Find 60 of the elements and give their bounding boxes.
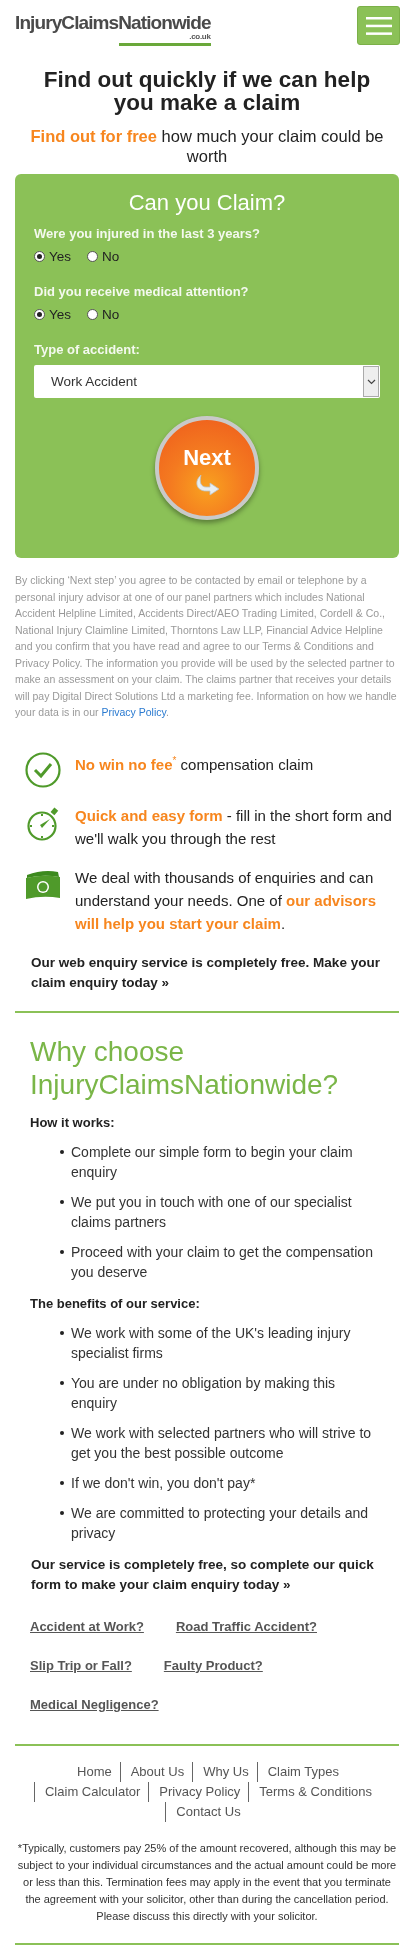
section-title: Why choose InjuryClaimsNationwide? <box>30 1034 340 1101</box>
money-icon <box>25 868 61 901</box>
logo-domain: .co.uk <box>119 33 211 46</box>
footer-link[interactable]: Privacy Policy <box>148 1781 249 1802</box>
list-item: We work with some of the UK's leading injury specialist firms <box>71 1323 352 1363</box>
question-label: Did you receive medical attention? <box>34 284 250 299</box>
bullet-icon <box>60 1199 64 1204</box>
section-heading: How it works: <box>30 1114 116 1130</box>
claim-type-link[interactable]: Medical Negligence? <box>30 1696 159 1712</box>
list-item: We are committed to protecting your details and privacy <box>71 1503 369 1543</box>
list-item: Complete our simple form to begin your claim enquiry <box>71 1142 354 1182</box>
subheadline: Find out for free how much your claim could be worth <box>29 126 385 166</box>
footer-link[interactable]: Claim Calculator <box>34 1781 149 1802</box>
section-heading: The benefits of our service: <box>30 1295 201 1311</box>
footer-link[interactable]: About Us <box>119 1761 193 1782</box>
menu-icon <box>365 15 392 36</box>
bullet-icon <box>60 1380 64 1385</box>
list-item: We put you in touch with one of our specialist claims partners <box>71 1192 353 1232</box>
list-item: You are under no obligation by making this enquiry <box>71 1373 337 1413</box>
privacy-policy-link[interactable]: Privacy Policy <box>101 706 166 718</box>
claim-type-link[interactable]: Road Traffic Accident? <box>175 1618 317 1634</box>
bullet-icon <box>60 1480 64 1485</box>
radio-option[interactable]: Yes <box>34 307 72 322</box>
accident-type-select[interactable]: Work Accident <box>34 365 380 398</box>
disclaimer-text: By clicking ‘Next step’ you agree to be contacted by email or telephone by a personal injury advisor at one of our panel partners which includes National Accident Helpline Limited, Accidents Direct/AEO Trading Limited, Cordell & Co., National Injury Claimline Limited, Thorntons Law LLP, Financial Advice Helpline and you confirm that you have read and agree to our Terms & Conditions and Privacy Policy. The information you provide will be used by the selected partner to make an assessment on your claim. The claims partner that receives your details will pay Digital Direct Solutions Ltd a marketing fee. Information on how we handle your data is in our Privacy Policy. <box>15 573 398 720</box>
bullet-icon <box>60 1330 64 1335</box>
headline: Find out quickly if we can help you make a claim <box>42 68 372 114</box>
list-item: Proceed with your claim to get the compensation you deserve <box>71 1242 374 1282</box>
footer-link[interactable]: Home <box>67 1761 120 1782</box>
footer-link[interactable]: Terms & Conditions <box>248 1781 380 1802</box>
bullet-icon <box>60 1430 64 1435</box>
caret-icon <box>363 366 379 397</box>
footer-link[interactable]: Why Us <box>192 1761 257 1782</box>
form-title: Can you Claim? <box>127 190 287 216</box>
feature-text: No win no fee$^{*}$ compensation claim <box>75 753 314 775</box>
question-label: Were you injured in the last 3 years? <box>34 226 261 241</box>
list-item: We work with selected partners who will strive to get you the best possible outcome <box>71 1423 373 1463</box>
logo-text: InjuryClaimsNationwide <box>15 13 211 33</box>
radio-option[interactable]: Yes <box>34 249 72 264</box>
footnote: *Typically, customers pay 25% of the amount recovered, although this may be subject to your individual circumstances and the actual amount could be more or less than this. Termination fees may apply in the event that you terminate the agreement with your solicitor, other than during the cancellation period. Please discuss this directly with your solicitor. <box>16 1840 398 1924</box>
bullet-icon <box>60 1149 64 1154</box>
radio-option[interactable]: No <box>87 249 120 264</box>
stopwatch-icon <box>26 806 60 841</box>
claim-type-link[interactable]: Accident at Work? <box>30 1618 144 1634</box>
claim-type-link[interactable]: Slip Trip or Fall? <box>30 1657 132 1673</box>
claim-type-link[interactable]: Faulty Product? <box>163 1657 263 1673</box>
radio-option[interactable]: No <box>87 307 120 322</box>
logo[interactable]: InjuryClaimsNationwide .co.uk <box>15 13 211 46</box>
accident-type-label: Type of accident: <box>34 342 141 357</box>
bullet-icon <box>60 1249 64 1254</box>
footer-link[interactable]: Claim Types <box>256 1761 347 1782</box>
feature-text: Quick and easy form - fill in the short form and we'll walk you through the rest <box>75 805 393 849</box>
checkmark-icon <box>25 751 61 788</box>
list-item: If we don't win, you don't pay* <box>71 1473 256 1493</box>
footer-link[interactable]: Contact Us <box>165 1801 249 1822</box>
enquiry-link[interactable]: Our service is completely free, so complete our quick form to make your claim enquiry today » <box>31 1554 378 1595</box>
bullet-icon <box>60 1510 64 1515</box>
menu-button[interactable] <box>357 6 400 45</box>
enquiry-link[interactable]: Our web enquiry service is completely free. Make your claim enquiry today » <box>31 952 394 993</box>
feature-text: We deal with thousands of enquiries and can understand your needs. One of our advisors will help you start your claim. <box>75 867 377 934</box>
